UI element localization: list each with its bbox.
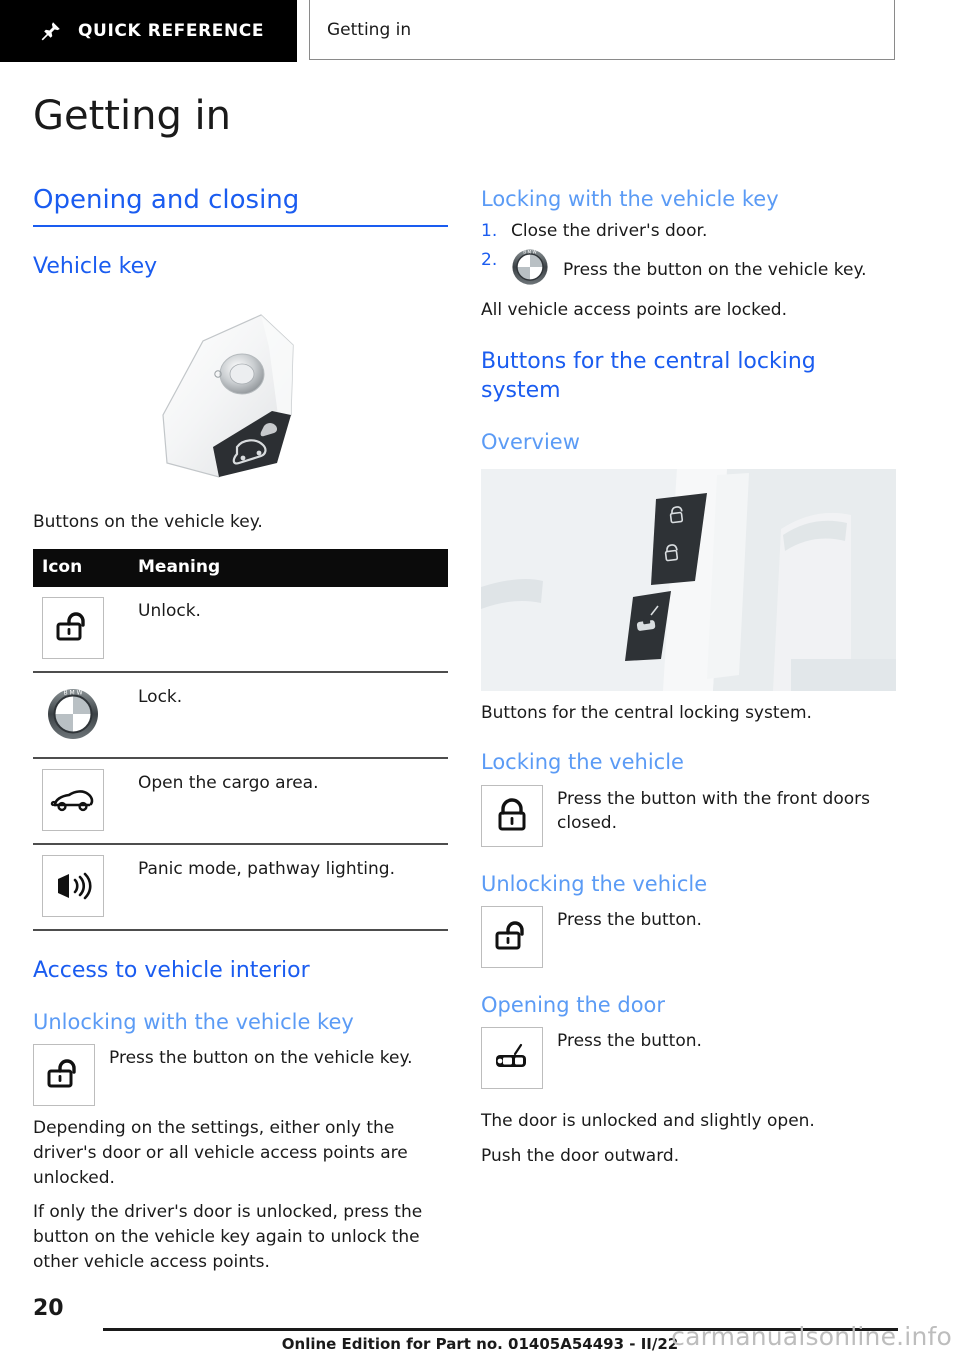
page-header: QUICK REFERENCE Getting in — [0, 0, 960, 62]
speaker-panic-icon — [42, 854, 104, 917]
page-number: 20 — [33, 1296, 64, 1321]
unlock-icon-glyph — [56, 611, 85, 641]
right-column: Locking with the vehicle key 1. Close th… — [481, 186, 896, 1169]
locking-steps-result: All vehicle access points are locked. — [481, 299, 787, 320]
heading-opening-the-door: Opening the door — [481, 992, 666, 1017]
svg-text:B M W: B M W — [63, 689, 82, 696]
watermark: carmanualsonline.info — [671, 1322, 952, 1351]
bmw-roundel-icon: B M W — [42, 682, 104, 745]
table-header-row: Icon Meaning — [33, 549, 448, 587]
vehicle-key-caption: Buttons on the vehicle key. — [33, 512, 263, 533]
list-item: 1. Close the driver's door. — [481, 219, 896, 244]
page-title: Getting in — [33, 93, 232, 139]
lock-icon-glyph — [498, 797, 526, 831]
table-header-meaning: Meaning — [134, 549, 448, 587]
heading-unlocking-with-the-vehicle-key: Unlocking with the vehicle key — [33, 1010, 354, 1035]
table-cell-meaning: Panic mode, pathway lighting. — [134, 843, 448, 931]
unlocking-with-key-text: Press the button on the vehicle key. — [109, 1048, 413, 1069]
table-row: Unlock. — [33, 586, 448, 673]
unlocking-with-key-row: Press the button on the vehicle key. — [33, 1044, 448, 1107]
unlock-icon — [481, 905, 543, 968]
heading-unlocking-the-vehicle: Unlocking the vehicle — [481, 871, 708, 896]
unlocking-the-vehicle-row: Press the button. — [481, 905, 896, 968]
heading-locking-the-vehicle: Locking the vehicle — [481, 750, 684, 775]
pushpin-icon — [41, 22, 60, 41]
heading-locking-with-the-vehicle-key: Locking with the vehicle key — [481, 187, 779, 211]
car-trunk-glyph — [50, 789, 94, 811]
list-item-number: 2. — [481, 249, 498, 270]
unlocking-the-vehicle-text: Press the button. — [557, 909, 702, 930]
vehicle-key-figure — [33, 295, 448, 500]
table-row: B M W Lock. — [33, 671, 448, 759]
table-header-icon: Icon — [33, 549, 134, 587]
unlock-icon — [33, 1044, 95, 1107]
list-item-text: Press the button on the vehicle key. — [563, 260, 867, 281]
list-item-number: 1. — [481, 221, 498, 242]
tab-getting-in[interactable]: Getting in — [309, 0, 895, 60]
car-door-icon — [481, 1027, 543, 1090]
door-photo-caption: Buttons for the central locking system. — [481, 702, 812, 723]
unlock-icon-glyph — [495, 921, 524, 950]
table-cell-icon — [33, 843, 134, 931]
tab-quick-reference[interactable]: QUICK REFERENCE — [0, 0, 297, 62]
unlock-icon-glyph — [47, 1059, 76, 1088]
vehicle-key-image — [162, 314, 294, 479]
locking-the-vehicle-row: Press the button with the front doors cl… — [481, 784, 896, 847]
bmw-roundel-glyph: B M W — [512, 249, 548, 285]
door-panel-image — [481, 468, 896, 691]
locking-the-vehicle-text: Press the button with the front doors cl… — [557, 788, 870, 834]
table-row: Open the cargo area. — [33, 757, 448, 845]
svg-text:B M W: B M W — [523, 249, 537, 254]
opening-the-door-text: Press the button. — [557, 1031, 702, 1052]
locking-steps-list: 1. Close the driver's door. 2. B M W Pre… — [481, 219, 896, 293]
heading-vehicle-key: Vehicle key — [33, 253, 158, 279]
table-cell-meaning: Lock. — [134, 671, 448, 759]
left-column: Opening and closing Vehicle key Buttons … — [33, 185, 448, 1274]
table-cell-meaning: Unlock. — [134, 586, 448, 673]
heading-opening-and-closing: Opening and closing — [33, 185, 448, 227]
bmw-roundel-icon: B M W — [511, 248, 549, 294]
table-cell-icon — [33, 586, 134, 673]
table-cell-icon — [33, 757, 134, 845]
speaker-panic-glyph — [58, 872, 92, 899]
car-trunk-icon — [42, 768, 104, 831]
paragraph-depending-on-settings: Depending on the settings, either only t… — [33, 1118, 408, 1188]
heading-buttons-for-central-locking-system: Buttons for the central locking system — [481, 349, 816, 403]
opening-the-door-row: Press the button. — [481, 1027, 896, 1090]
tab-getting-in-label: Getting in — [327, 19, 412, 40]
table-cell-icon: B M W — [33, 671, 134, 759]
list-item: 2. B M W Press the button on the vehicle… — [481, 248, 896, 294]
opening-door-result-1: The door is unlocked and slightly open. — [481, 1111, 815, 1132]
list-item-text: Close the driver's door. — [511, 221, 708, 242]
tab-quick-reference-label: QUICK REFERENCE — [78, 21, 265, 41]
lock-icon — [481, 784, 543, 847]
heading-overview: Overview — [481, 430, 580, 455]
heading-access-to-vehicle-interior: Access to vehicle interior — [33, 957, 310, 983]
paragraph-if-only-drivers-door: If only the driver's door is unlocked, p… — [33, 1202, 423, 1272]
icon-meaning-table: Icon Meaning Unlock. B M W Lock. Open th… — [33, 549, 448, 931]
door-panel-photo — [481, 468, 896, 691]
unlock-icon — [42, 596, 104, 659]
table-cell-meaning: Open the cargo area. — [134, 757, 448, 845]
opening-door-result-2: Push the door outward. — [481, 1145, 680, 1166]
bmw-roundel-glyph: B M W — [48, 688, 98, 739]
table-row: Panic mode, pathway lighting. — [33, 843, 448, 931]
car-door-glyph — [496, 1044, 526, 1068]
